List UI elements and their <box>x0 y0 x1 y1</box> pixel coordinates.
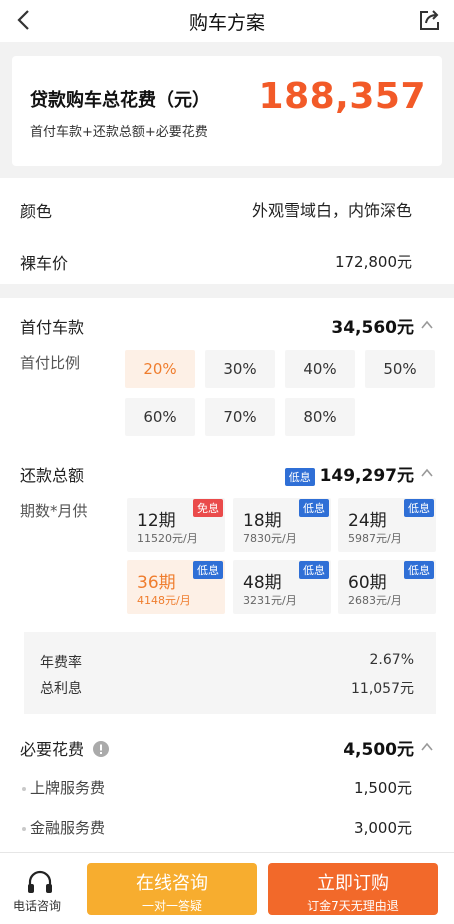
term-monthly: 5987元/月 <box>348 532 402 545</box>
term-option-48[interactable]: 48期 3231元/月 低息 <box>233 560 331 614</box>
repayment-value-wrap: 低息 149,297元 <box>284 461 414 486</box>
online-consult-button[interactable]: 在线咨询 一对一答疑 <box>87 863 257 915</box>
ratio-option-label: 50% <box>383 360 417 378</box>
required-fees-section: 必要花费 4,500元 上牌服务费 1,500元 金融服务费 3,000元 <box>0 728 454 852</box>
low-interest-badge: 低息 <box>404 499 434 517</box>
total-interest-label: 总利息 <box>40 681 82 697</box>
share-icon[interactable] <box>418 8 442 32</box>
ratio-option-80[interactable]: 80% <box>285 398 355 436</box>
bare-price-value: 172,800元 <box>334 253 412 271</box>
term-name: 48期 <box>243 573 282 593</box>
ratio-option-20[interactable]: 20% <box>125 350 195 388</box>
annual-rate-value: 2.67% <box>369 652 414 668</box>
ratio-option-label: 70% <box>223 408 257 426</box>
low-interest-badge: 低息 <box>193 561 223 579</box>
term-name: 12期 <box>137 511 176 531</box>
order-now-label: 立即订购 <box>317 873 389 894</box>
bottom-action-bar: 电话咨询 在线咨询 一对一答疑 立即订购 订金7天无理由退 <box>0 852 454 924</box>
bullet-dot <box>22 787 26 791</box>
ratio-option-label: 20% <box>143 360 177 378</box>
collapse-chevron-icon[interactable] <box>420 740 434 754</box>
term-monthly: 11520元/月 <box>137 532 198 545</box>
online-consult-label: 在线咨询 <box>136 873 208 894</box>
low-interest-badge: 低息 <box>284 467 315 486</box>
term-monthly: 2683元/月 <box>348 594 402 607</box>
total-cost-card: 贷款购车总花费（元） 首付车款+还款总额+必要花费 188,357 <box>12 56 442 166</box>
required-fees-label-text: 必要花费 <box>20 740 85 759</box>
ratio-option-label: 40% <box>303 360 337 378</box>
color-label: 颜色 <box>20 202 53 221</box>
term-name: 24期 <box>348 511 387 531</box>
page-title: 购车方案 <box>188 11 265 34</box>
finance-fee-value: 3,000元 <box>354 819 412 837</box>
total-cost-formula: 首付车款+还款总额+必要花费 <box>30 125 208 140</box>
collapse-chevron-icon[interactable] <box>420 466 434 480</box>
info-icon[interactable] <box>93 741 110 757</box>
color-value: 外观雪域白，内饰深色 <box>251 201 412 220</box>
term-option-12[interactable]: 12期 11520元/月 免息 <box>127 498 225 552</box>
required-fees-label: 必要花费 <box>20 736 110 760</box>
phone-consult-label: 电话咨询 <box>13 899 62 913</box>
term-name: 60期 <box>348 573 387 593</box>
term-option-36[interactable]: 36期 4148元/月 低息 <box>127 560 225 614</box>
low-interest-badge: 低息 <box>404 561 434 579</box>
car-info-section: 颜色 外观雪域白，内饰深色 裸车价 172,800元 <box>0 178 454 284</box>
bare-price-label: 裸车价 <box>20 254 69 273</box>
bullet-dot <box>22 827 26 831</box>
back-arrow-icon[interactable] <box>14 9 36 31</box>
rate-summary-box: 年费率 2.67% 总利息 11,057元 <box>24 632 436 714</box>
total-cost-value: 188,357 <box>258 76 426 117</box>
order-now-sub: 订金7天无理由退 <box>307 899 399 913</box>
term-monthly: 3231元/月 <box>243 594 297 607</box>
ratio-option-50[interactable]: 50% <box>365 350 435 388</box>
annual-rate-label: 年费率 <box>40 655 82 671</box>
plate-fee-value: 1,500元 <box>354 779 412 797</box>
interest-free-badge: 免息 <box>193 499 223 517</box>
total-cost-label: 贷款购车总花费（元） <box>30 90 210 111</box>
finance-fee-label: 金融服务费 <box>30 819 106 837</box>
term-monthly: 4148元/月 <box>137 594 191 607</box>
term-option-24[interactable]: 24期 5987元/月 低息 <box>338 498 436 552</box>
ratio-option-60[interactable]: 60% <box>125 398 195 436</box>
ratio-option-70[interactable]: 70% <box>205 398 275 436</box>
collapse-chevron-icon[interactable] <box>420 318 434 332</box>
down-payment-ratio-label: 首付比例 <box>20 354 81 372</box>
ratio-option-label: 60% <box>143 408 177 426</box>
low-interest-badge: 低息 <box>299 499 329 517</box>
ratio-option-label: 30% <box>223 360 257 378</box>
term-option-18[interactable]: 18期 7830元/月 低息 <box>233 498 331 552</box>
top-bar: 购车方案 <box>0 0 454 42</box>
term-option-60[interactable]: 60期 2683元/月 低息 <box>338 560 436 614</box>
down-payment-value: 34,560元 <box>331 318 414 338</box>
term-monthly: 7830元/月 <box>243 532 297 545</box>
term-name: 36期 <box>137 573 176 593</box>
repayment-value: 149,297元 <box>319 466 414 486</box>
down-payment-label: 首付车款 <box>20 318 85 337</box>
plate-fee-label: 上牌服务费 <box>30 779 106 797</box>
ratio-option-label: 80% <box>303 408 337 426</box>
ratio-option-30[interactable]: 30% <box>205 350 275 388</box>
total-interest-value: 11,057元 <box>351 681 414 697</box>
term-name: 18期 <box>243 511 282 531</box>
headset-icon <box>28 870 52 893</box>
term-label: 期数*月供 <box>20 502 88 520</box>
order-now-button[interactable]: 立即订购 订金7天无理由退 <box>268 863 438 915</box>
ratio-option-40[interactable]: 40% <box>285 350 355 388</box>
online-consult-sub: 一对一答疑 <box>141 899 202 913</box>
required-fees-value: 4,500元 <box>343 740 414 760</box>
low-interest-badge: 低息 <box>299 561 329 579</box>
repayment-label: 还款总额 <box>20 466 85 485</box>
